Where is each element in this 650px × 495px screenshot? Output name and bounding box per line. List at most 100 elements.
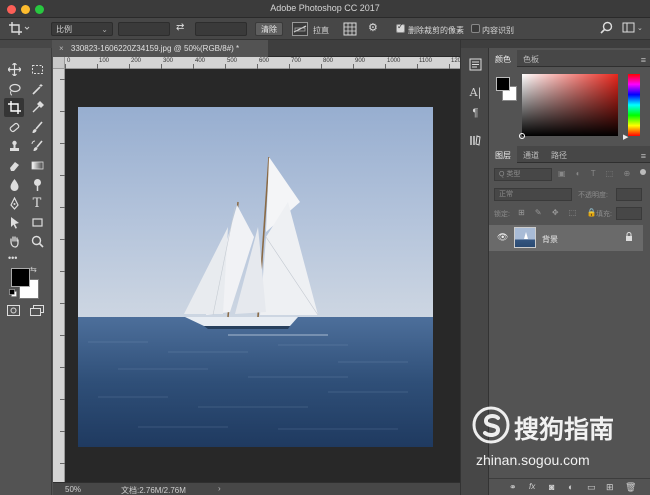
healing-brush-icon[interactable] (4, 118, 24, 137)
trash-icon[interactable]: 🗑 (625, 482, 636, 493)
width-input[interactable] (118, 22, 170, 36)
ruler-tick-label: 600 (259, 58, 270, 64)
link-layers-icon[interactable]: ⚭ (509, 482, 517, 493)
add-mask-icon[interactable]: ◙ (549, 482, 554, 492)
eraser-icon[interactable] (4, 156, 24, 175)
layer-name[interactable]: 背景 (542, 234, 558, 245)
status-bar: 50% 文档:2.76M/2.76M › (53, 482, 460, 495)
libraries-panel-icon[interactable] (467, 132, 484, 149)
watermark-url: zhinan.sogou.com (476, 452, 590, 468)
properties-panel-icon[interactable] (467, 56, 484, 73)
tab-color[interactable]: 颜色 (489, 50, 517, 67)
chevron-down-icon[interactable]: ⌄ (637, 24, 643, 32)
lock-icons[interactable]: ⊞ ✎ ✥ ⬚ 🔒 (518, 208, 601, 217)
delete-cropped-checkbox[interactable] (396, 22, 405, 33)
panel-menu-icon[interactable]: ≡ (641, 55, 646, 65)
delete-cropped-label: 删除裁剪的像素 (408, 26, 464, 35)
height-input[interactable] (195, 22, 247, 36)
opacity-input[interactable] (616, 188, 642, 201)
ratio-select[interactable]: 比例 ⌄ (51, 22, 113, 36)
eye-icon[interactable]: 👁 (497, 232, 508, 243)
gradient-tool-icon[interactable] (27, 156, 47, 175)
more-tools-icon[interactable]: ••• (8, 253, 17, 263)
swap-colors-icon[interactable]: ⇆ (30, 265, 37, 274)
blur-tool-icon[interactable] (4, 175, 24, 194)
paragraph-panel-icon[interactable]: ¶ (467, 104, 484, 121)
adjustment-layer-icon[interactable]: ◐ (568, 482, 573, 492)
default-colors-icon[interactable] (9, 289, 17, 297)
marquee-tool-icon[interactable] (27, 60, 47, 79)
hand-tool-icon[interactable] (4, 232, 24, 251)
blend-row: 正常 不透明度: (494, 188, 645, 202)
color-picker-handle[interactable] (519, 133, 525, 139)
hue-slider-handle[interactable]: ▶ (623, 133, 628, 141)
swap-dimensions-icon[interactable]: ⇄ (176, 22, 184, 33)
color-panel-tabs: 颜色 色板 ≡ (489, 50, 650, 67)
layer-row-background[interactable]: 👁 背景 (489, 225, 643, 251)
fill-input[interactable] (616, 207, 642, 220)
character-panel-icon[interactable]: A| (467, 84, 484, 101)
horizontal-ruler[interactable]: 0 100 200 300 400 500 600 700 800 900 1000 1100 1200 (53, 57, 464, 69)
tab-layers[interactable]: 图层 (489, 146, 517, 163)
document-size: 文档:2.76M/2.76M (121, 486, 186, 495)
move-tool-icon[interactable] (4, 60, 24, 79)
content-aware-checkbox[interactable] (471, 24, 480, 33)
tab-channels[interactable]: 通道 (517, 146, 545, 163)
history-brush-icon[interactable] (27, 137, 47, 156)
lock-label: 锁定: (494, 211, 510, 218)
status-menu-arrow-icon[interactable]: › (218, 484, 221, 493)
color-panel-foreground-swatch[interactable] (496, 77, 510, 91)
panel-menu-icon[interactable]: ≡ (641, 151, 646, 161)
document-image[interactable] (78, 107, 433, 447)
layer-thumbnail (514, 227, 536, 248)
dodge-tool-icon[interactable] (27, 175, 47, 194)
close-tab-icon[interactable]: × (59, 44, 64, 53)
blend-mode-select[interactable]: 正常 (494, 188, 572, 201)
layer-filter-icons[interactable]: ▣ ◐ T ⬚ ⊕ (558, 169, 634, 178)
ruler-tick-label: 400 (195, 58, 206, 64)
vertical-ruler[interactable] (53, 69, 65, 482)
new-layer-icon[interactable]: ⊞ (606, 482, 614, 493)
workspace-icon[interactable] (622, 21, 635, 36)
gear-icon[interactable]: ⚙ (368, 21, 378, 34)
ratio-select-value: 比例 (56, 25, 72, 34)
straighten-icon[interactable] (292, 22, 308, 36)
ruler-tick-label: 900 (355, 58, 366, 64)
search-icon[interactable] (600, 21, 613, 36)
overlay-grid-icon[interactable] (343, 22, 357, 38)
quick-mask-icon[interactable] (7, 305, 20, 318)
ruler-tick-label: 500 (227, 58, 238, 64)
ruler-tick-label: 300 (163, 58, 174, 64)
filter-toggle-icon[interactable] (640, 169, 646, 175)
lasso-tool-icon[interactable] (4, 80, 24, 99)
foreground-color-swatch[interactable] (11, 268, 30, 287)
fill-label: 填充: (596, 211, 612, 218)
hue-slider[interactable] (628, 74, 640, 136)
eyedropper-icon[interactable] (27, 98, 47, 117)
content-aware-label: 内容识别 (482, 26, 514, 35)
rectangle-tool-icon[interactable] (27, 213, 47, 232)
screen-mode-icon[interactable] (30, 305, 44, 318)
path-selection-icon[interactable] (4, 213, 24, 232)
layer-style-icon[interactable]: fx (529, 482, 535, 491)
tab-paths[interactable]: 路径 (545, 146, 573, 163)
pen-tool-icon[interactable] (4, 194, 24, 213)
layer-kind-filter[interactable]: Q 类型 (494, 168, 552, 181)
crop-tool-icon[interactable] (4, 98, 24, 117)
clear-button[interactable]: 清除 (255, 22, 283, 36)
options-bar: 比例 ⌄ ⇄ 清除 拉直 ⚙ 删除裁剪的像素 内容识别 ⌄ (0, 18, 650, 40)
type-tool-icon[interactable]: T (27, 194, 47, 213)
document-tab[interactable]: × 330823-1606220Z34159.jpg @ 50%(RGB/8#)… (53, 40, 268, 57)
clone-stamp-icon[interactable] (4, 137, 24, 156)
magic-wand-icon[interactable] (27, 80, 47, 99)
new-group-icon[interactable]: ▭ (587, 482, 596, 493)
tab-swatches[interactable]: 色板 (517, 50, 545, 67)
ruler-origin[interactable] (53, 57, 65, 69)
zoom-level[interactable]: 50% (65, 485, 81, 494)
sogou-logo-icon (472, 406, 510, 444)
brush-tool-icon[interactable] (27, 118, 47, 137)
color-spectrum-field[interactable] (519, 74, 618, 139)
crop-tool-preset-icon[interactable] (8, 21, 30, 38)
ruler-tick-label: 800 (323, 58, 334, 64)
zoom-tool-icon[interactable] (27, 232, 47, 251)
